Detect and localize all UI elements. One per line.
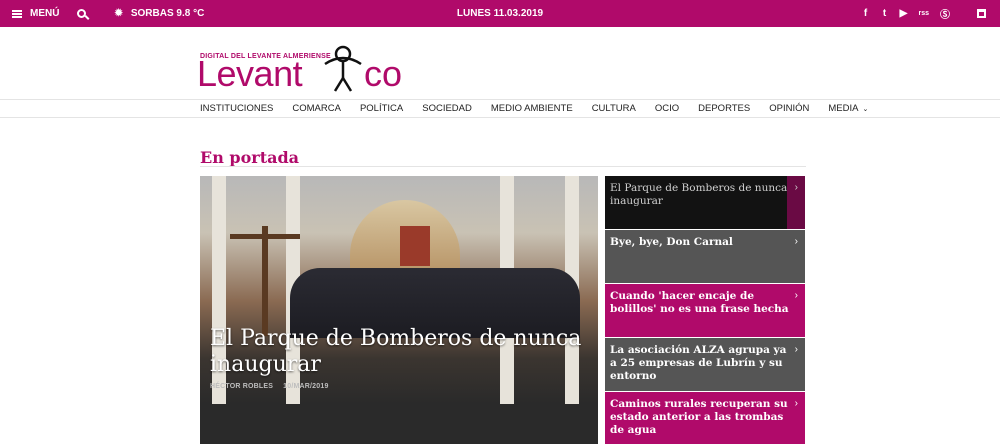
calendar-icon[interactable] [977,9,986,18]
top-bar: MENÚ ✹ SORBAS 9.8 °C LUNES 11.03.2019 f … [0,0,1000,27]
site-logo[interactable]: DIGITAL DEL LEVANTE ALMERIENSE Levant co [197,44,407,92]
chevron-down-icon: ⌄ [862,106,869,113]
nav-item-deportes[interactable]: DEPORTES [698,103,750,114]
nav-item-media-label: MEDIA [828,103,859,114]
hamburger-menu-icon[interactable] [12,9,22,18]
nav-item-instituciones[interactable]: INSTITUCIONES [200,103,273,114]
side-story-title: Bye, bye, Don Carnal [610,236,733,248]
current-date: LUNES 11.03.2019 [456,8,544,19]
facebook-icon[interactable]: f [861,8,869,19]
side-story-item[interactable]: Cuando 'hacer encaje de bolillos' no es … [605,284,805,337]
logo-word-start: Levant [197,53,303,94]
nav-item-medio-ambiente[interactable]: MEDIO AMBIENTE [491,103,573,114]
featured-story[interactable]: El Parque de Bomberos de nunca inaugurar… [200,176,598,444]
nav-item-opinion[interactable]: OPINIÓN [769,103,809,114]
featured-meta: HÉCTOR ROBLES 10/MAR/2019 [210,383,329,390]
nav-item-media[interactable]: MEDIA ⌄ [828,103,868,114]
side-story-title: Caminos rurales recuperan su estado ante… [610,398,788,436]
chevron-right-icon: › [794,398,798,409]
menu-label[interactable]: MENÚ [30,8,59,19]
social-circle-icon[interactable]: Ⓢ [940,6,950,21]
side-story-title: El Parque de Bomberos de nunca inaugurar [610,182,788,207]
featured-headline[interactable]: El Parque de Bomberos de nunca inaugurar [210,326,590,378]
youtube-icon[interactable]: ▶ [899,8,908,19]
chevron-right-icon: › [794,290,798,301]
section-title: En portada [200,148,299,167]
twitter-icon[interactable]: t [880,8,888,19]
rss-icon[interactable]: rss [918,10,929,17]
chevron-right-icon: › [794,344,798,355]
side-story-item[interactable]: Bye, bye, Don Carnal › [605,230,805,283]
nav-item-sociedad[interactable]: SOCIEDAD [422,103,472,114]
crucifix-bar [230,234,300,239]
featured-date: 10/MAR/2019 [283,383,329,390]
side-story-item[interactable]: La asociación ALZA agrupa ya a 25 empres… [605,338,805,391]
search-icon[interactable] [77,9,87,18]
nav-item-politica[interactable]: POLÍTICA [360,103,403,114]
main-navigation: INSTITUCIONES COMARCA POLÍTICA SOCIEDAD … [0,99,1000,118]
side-story-item[interactable]: Caminos rurales recuperan su estado ante… [605,392,805,444]
nav-item-comarca[interactable]: COMARCA [292,103,341,114]
nav-item-ocio[interactable]: OCIO [655,103,679,114]
side-story-title: La asociación ALZA agrupa ya a 25 empres… [610,344,787,382]
side-story-title: Cuando 'hacer encaje de bolillos' no es … [610,290,789,315]
chevron-right-icon: › [794,182,798,193]
side-story-item[interactable]: El Parque de Bomberos de nunca inaugurar… [605,176,805,229]
nav-item-cultura[interactable]: CULTURA [592,103,636,114]
altar-image [400,226,430,266]
indalo-figure-icon [324,45,362,92]
section-divider [200,166,806,167]
weather-sun-icon: ✹ [114,8,123,19]
crucifix-post [262,226,268,336]
featured-author[interactable]: HÉCTOR ROBLES [210,383,273,390]
weather-readout: SORBAS 9.8 °C [130,8,205,19]
chevron-right-icon: › [794,236,798,247]
logo-word-end: co [364,53,403,94]
